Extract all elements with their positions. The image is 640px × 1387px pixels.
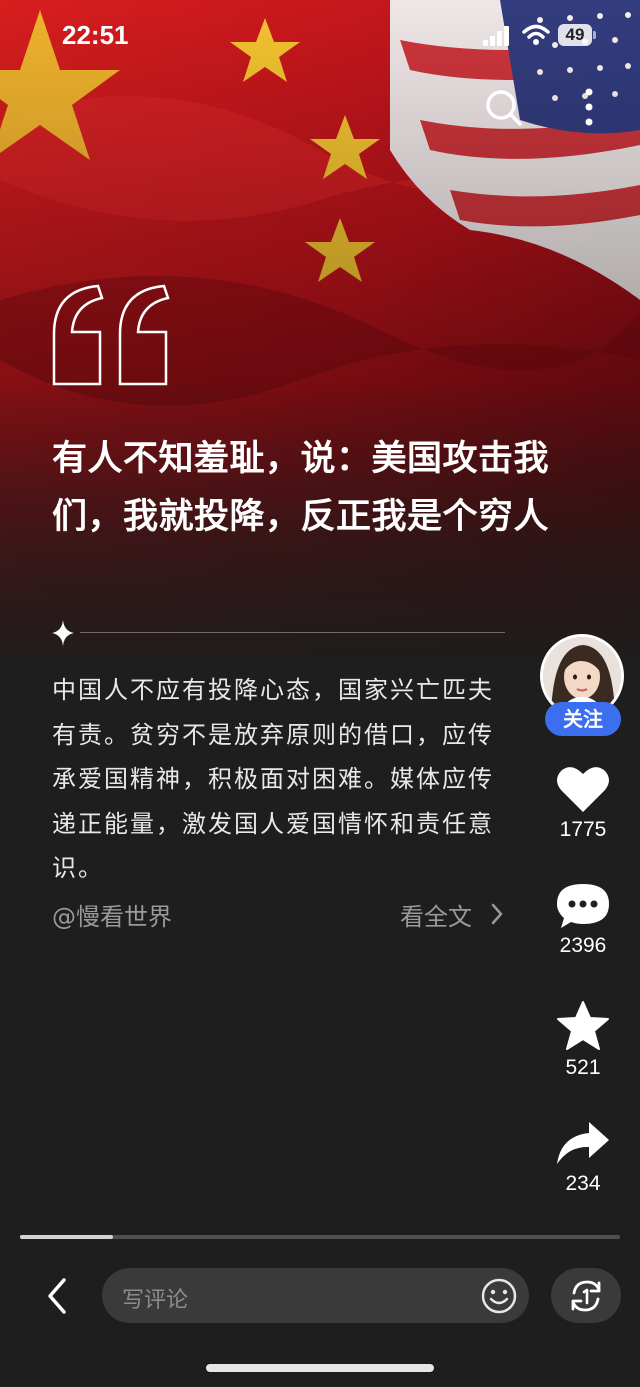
more-vertical-icon xyxy=(585,88,593,126)
battery-cap xyxy=(593,31,596,39)
screen: 22:51 49 有人不知羞耻，说：美国攻击我们，我就投降，反正我是个穷人 中国… xyxy=(0,0,640,1387)
comment-button[interactable]: 2396 xyxy=(540,882,626,958)
progress-bar[interactable] xyxy=(20,1235,620,1239)
star-icon xyxy=(557,1001,609,1050)
divider xyxy=(52,620,507,646)
smiley-icon xyxy=(481,1278,517,1314)
comment-placeholder: 写评论 xyxy=(122,1288,189,1313)
like-count: 1775 xyxy=(559,818,607,841)
article-body: 中国人不应有投降心态，国家兴亡匹夫有责。贫穷不是放弃原则的借口，应传承爱国精神，… xyxy=(52,676,494,882)
read-more-label: 看全文 xyxy=(400,903,472,931)
battery-icon: 49 xyxy=(558,24,598,46)
comment-input[interactable]: 写评论 xyxy=(102,1268,529,1323)
status-bar: 22:51 49 xyxy=(0,0,640,72)
back-button[interactable] xyxy=(38,1276,78,1316)
quote-mark-icon xyxy=(50,284,174,392)
replay-icon xyxy=(571,1280,601,1312)
share-arrow-icon xyxy=(557,1122,609,1164)
progress-fill xyxy=(20,1235,113,1239)
comment-count: 2396 xyxy=(559,934,607,957)
divider-line xyxy=(80,632,505,633)
like-button[interactable]: 1775 xyxy=(540,764,626,842)
home-indicator xyxy=(206,1364,434,1372)
replay-button[interactable] xyxy=(551,1268,621,1323)
emoji-button[interactable] xyxy=(480,1277,518,1319)
favorite-count: 521 xyxy=(565,1056,601,1079)
share-button[interactable]: 234 xyxy=(540,1120,626,1196)
sparkle-icon xyxy=(52,620,74,650)
status-time: 22:51 xyxy=(62,20,129,50)
comment-bubble-icon xyxy=(557,884,609,928)
author-link[interactable]: @慢看世界 xyxy=(52,897,172,932)
search-icon xyxy=(486,90,522,126)
follow-button[interactable]: 关注 xyxy=(545,702,621,736)
heart-icon xyxy=(557,767,609,812)
search-button[interactable] xyxy=(484,88,524,128)
favorite-button[interactable]: 521 xyxy=(540,1000,626,1080)
signal-icon xyxy=(483,26,511,50)
chevron-right-icon xyxy=(490,903,504,931)
article-headline: 有人不知羞耻，说：美国攻击我们，我就投降，反正我是个穷人 xyxy=(52,439,550,537)
more-options-button[interactable] xyxy=(572,86,606,130)
read-more-link[interactable]: 看全文 xyxy=(400,897,503,932)
wifi-icon xyxy=(522,24,550,50)
battery-level: 49 xyxy=(558,24,592,46)
share-count: 234 xyxy=(565,1172,601,1195)
chevron-left-icon xyxy=(48,1278,66,1314)
